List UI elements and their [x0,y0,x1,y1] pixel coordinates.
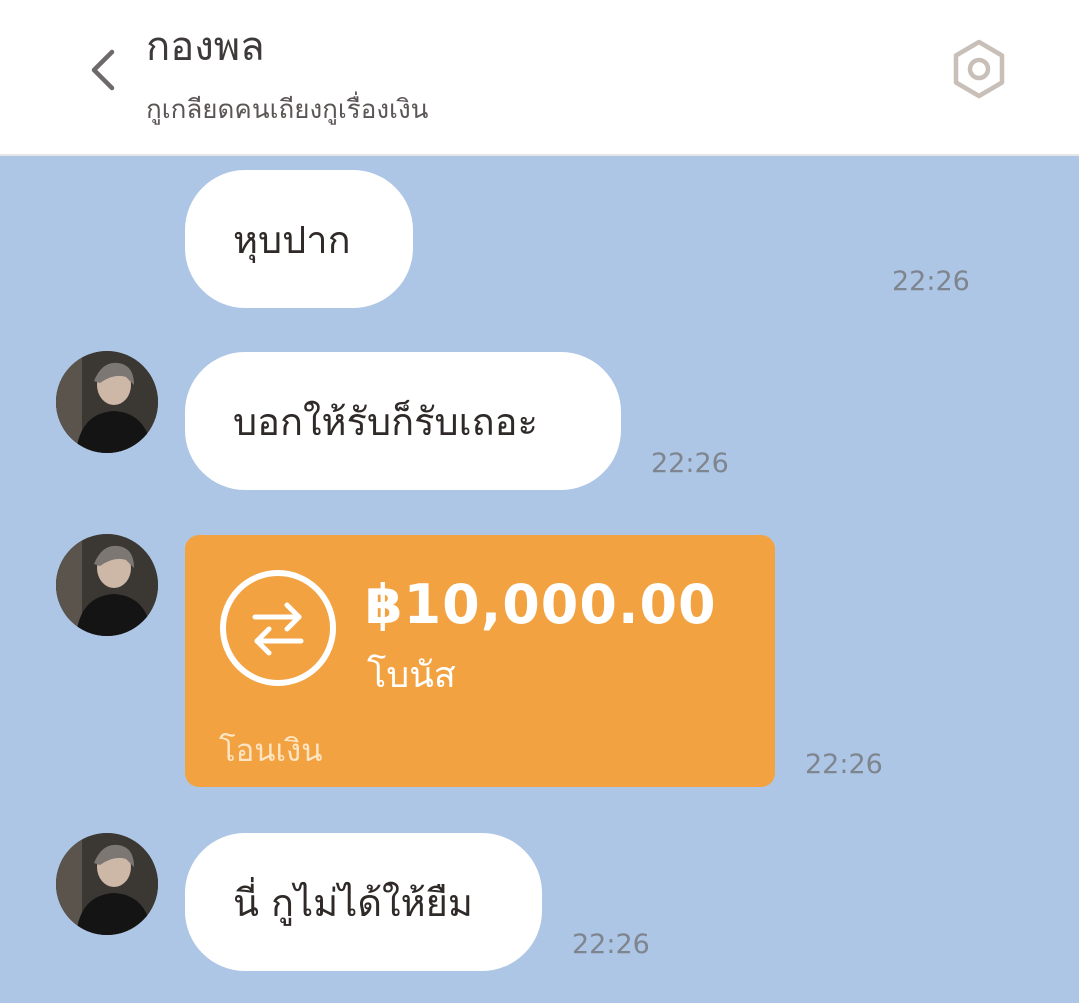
transfer-amount: ฿10,000.00 [365,573,717,636]
avatar[interactable] [56,351,158,453]
message-time: 22:26 [651,448,729,479]
chat-subtitle: กูเกลียดคนเถียงกูเรื่องเงิน [146,95,429,125]
message-time: 22:26 [892,266,970,297]
chevron-left-icon [91,49,115,91]
message-text: หุบปาก [233,217,351,262]
chat-header: กองพล กูเกลียดคนเถียงกูเรื่องเงิน [0,0,1079,156]
settings-button[interactable] [944,34,1014,104]
chat-title: กองพล [146,24,265,70]
hexagon-settings-icon [953,39,1005,99]
avatar[interactable] [56,534,158,636]
avatar[interactable] [56,833,158,935]
money-transfer-card[interactable]: ฿10,000.00 โบนัส โอนเงิน [185,535,775,787]
avatar-image [56,351,158,453]
transfer-arrows-icon [220,570,336,686]
message-time: 22:26 [805,749,883,780]
message-time: 22:26 [572,929,650,960]
transfer-note: โบนัส [367,655,456,696]
avatar-image [56,534,158,636]
message-bubble[interactable]: นี่ กูไม่ได้ให้ยืม [185,833,542,971]
message-bubble[interactable]: หุบปาก [185,170,413,308]
avatar-image [56,833,158,935]
chat-area[interactable]: หุบปาก 22:26 บอกให้รับก็รับเถอะ 22:26 ฿1… [0,156,1079,1003]
transfer-label: โอนเงิน [219,733,323,769]
back-button[interactable] [78,40,128,100]
message-bubble[interactable]: บอกให้รับก็รับเถอะ [185,352,621,490]
message-text: นี่ กูไม่ได้ให้ยืม [233,880,473,925]
message-text: บอกให้รับก็รับเถอะ [233,399,538,444]
